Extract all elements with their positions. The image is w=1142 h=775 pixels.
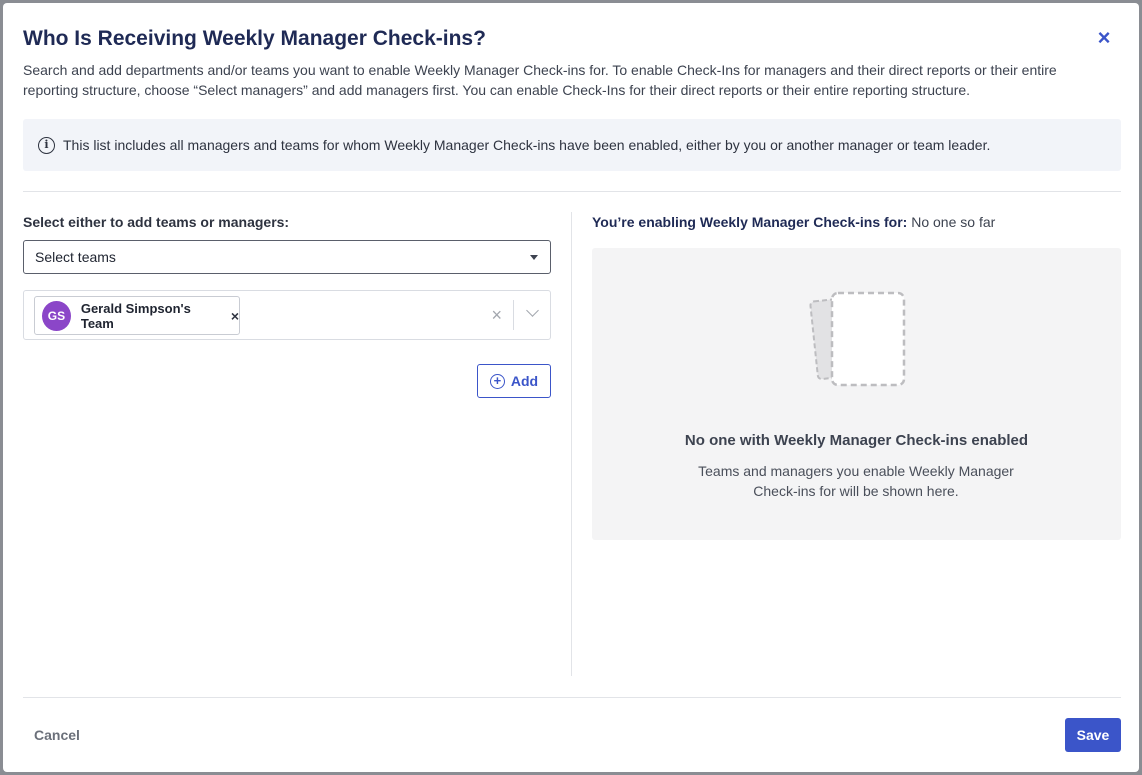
column-divider [571, 212, 572, 676]
plus-circle-icon: + [489, 373, 505, 389]
info-icon: i [38, 136, 55, 154]
modal-description: Search and add departments and/or teams … [23, 62, 1057, 98]
enabled-for-label: You’re enabling Weekly Manager Check-ins… [592, 214, 908, 230]
chip-label: Gerald Simpson's Team [80, 300, 191, 331]
chip-remove-icon[interactable]: × [231, 308, 239, 324]
empty-state-text: Teams and managers you enable Weekly Man… [698, 463, 1014, 499]
footer-divider [23, 697, 1121, 698]
selected-team-chip: GS Gerald Simpson's Team × [34, 296, 240, 335]
modal-dialog: Who Is Receiving Weekly Manager Check-in… [3, 3, 1139, 772]
divider [23, 191, 1121, 192]
select-value: Select teams [35, 249, 116, 265]
add-button[interactable]: + Add [477, 364, 551, 398]
empty-documents-icon [809, 291, 906, 387]
empty-state-title: No one with Weekly Manager Check-ins ena… [684, 432, 1029, 449]
selected-teams-input[interactable]: GS Gerald Simpson's Team × × [23, 290, 551, 340]
avatar: GS [42, 300, 71, 331]
caret-down-icon [530, 255, 538, 260]
empty-state-panel: No one with Weekly Manager Check-ins ena… [592, 248, 1121, 540]
save-button[interactable]: Save [1065, 718, 1121, 752]
add-button-label: Add [510, 373, 539, 389]
enabled-for-heading: You’re enabling Weekly Manager Check-ins… [592, 214, 995, 230]
team-manager-select[interactable]: Select teams [23, 240, 551, 274]
modal-title: Who Is Receiving Weekly Manager Check-in… [23, 27, 486, 50]
info-banner: i This list includes all managers and te… [23, 119, 1121, 171]
cancel-button[interactable]: Cancel [34, 727, 80, 743]
separator [513, 300, 514, 330]
close-icon[interactable]: × [1095, 27, 1113, 49]
chevron-down-icon[interactable] [526, 304, 539, 317]
enabled-for-value: No one so far [911, 214, 996, 230]
clear-all-icon[interactable]: × [491, 305, 502, 325]
select-label: Select either to add teams or managers: [23, 214, 290, 230]
info-text: This list includes all managers and team… [63, 137, 991, 153]
